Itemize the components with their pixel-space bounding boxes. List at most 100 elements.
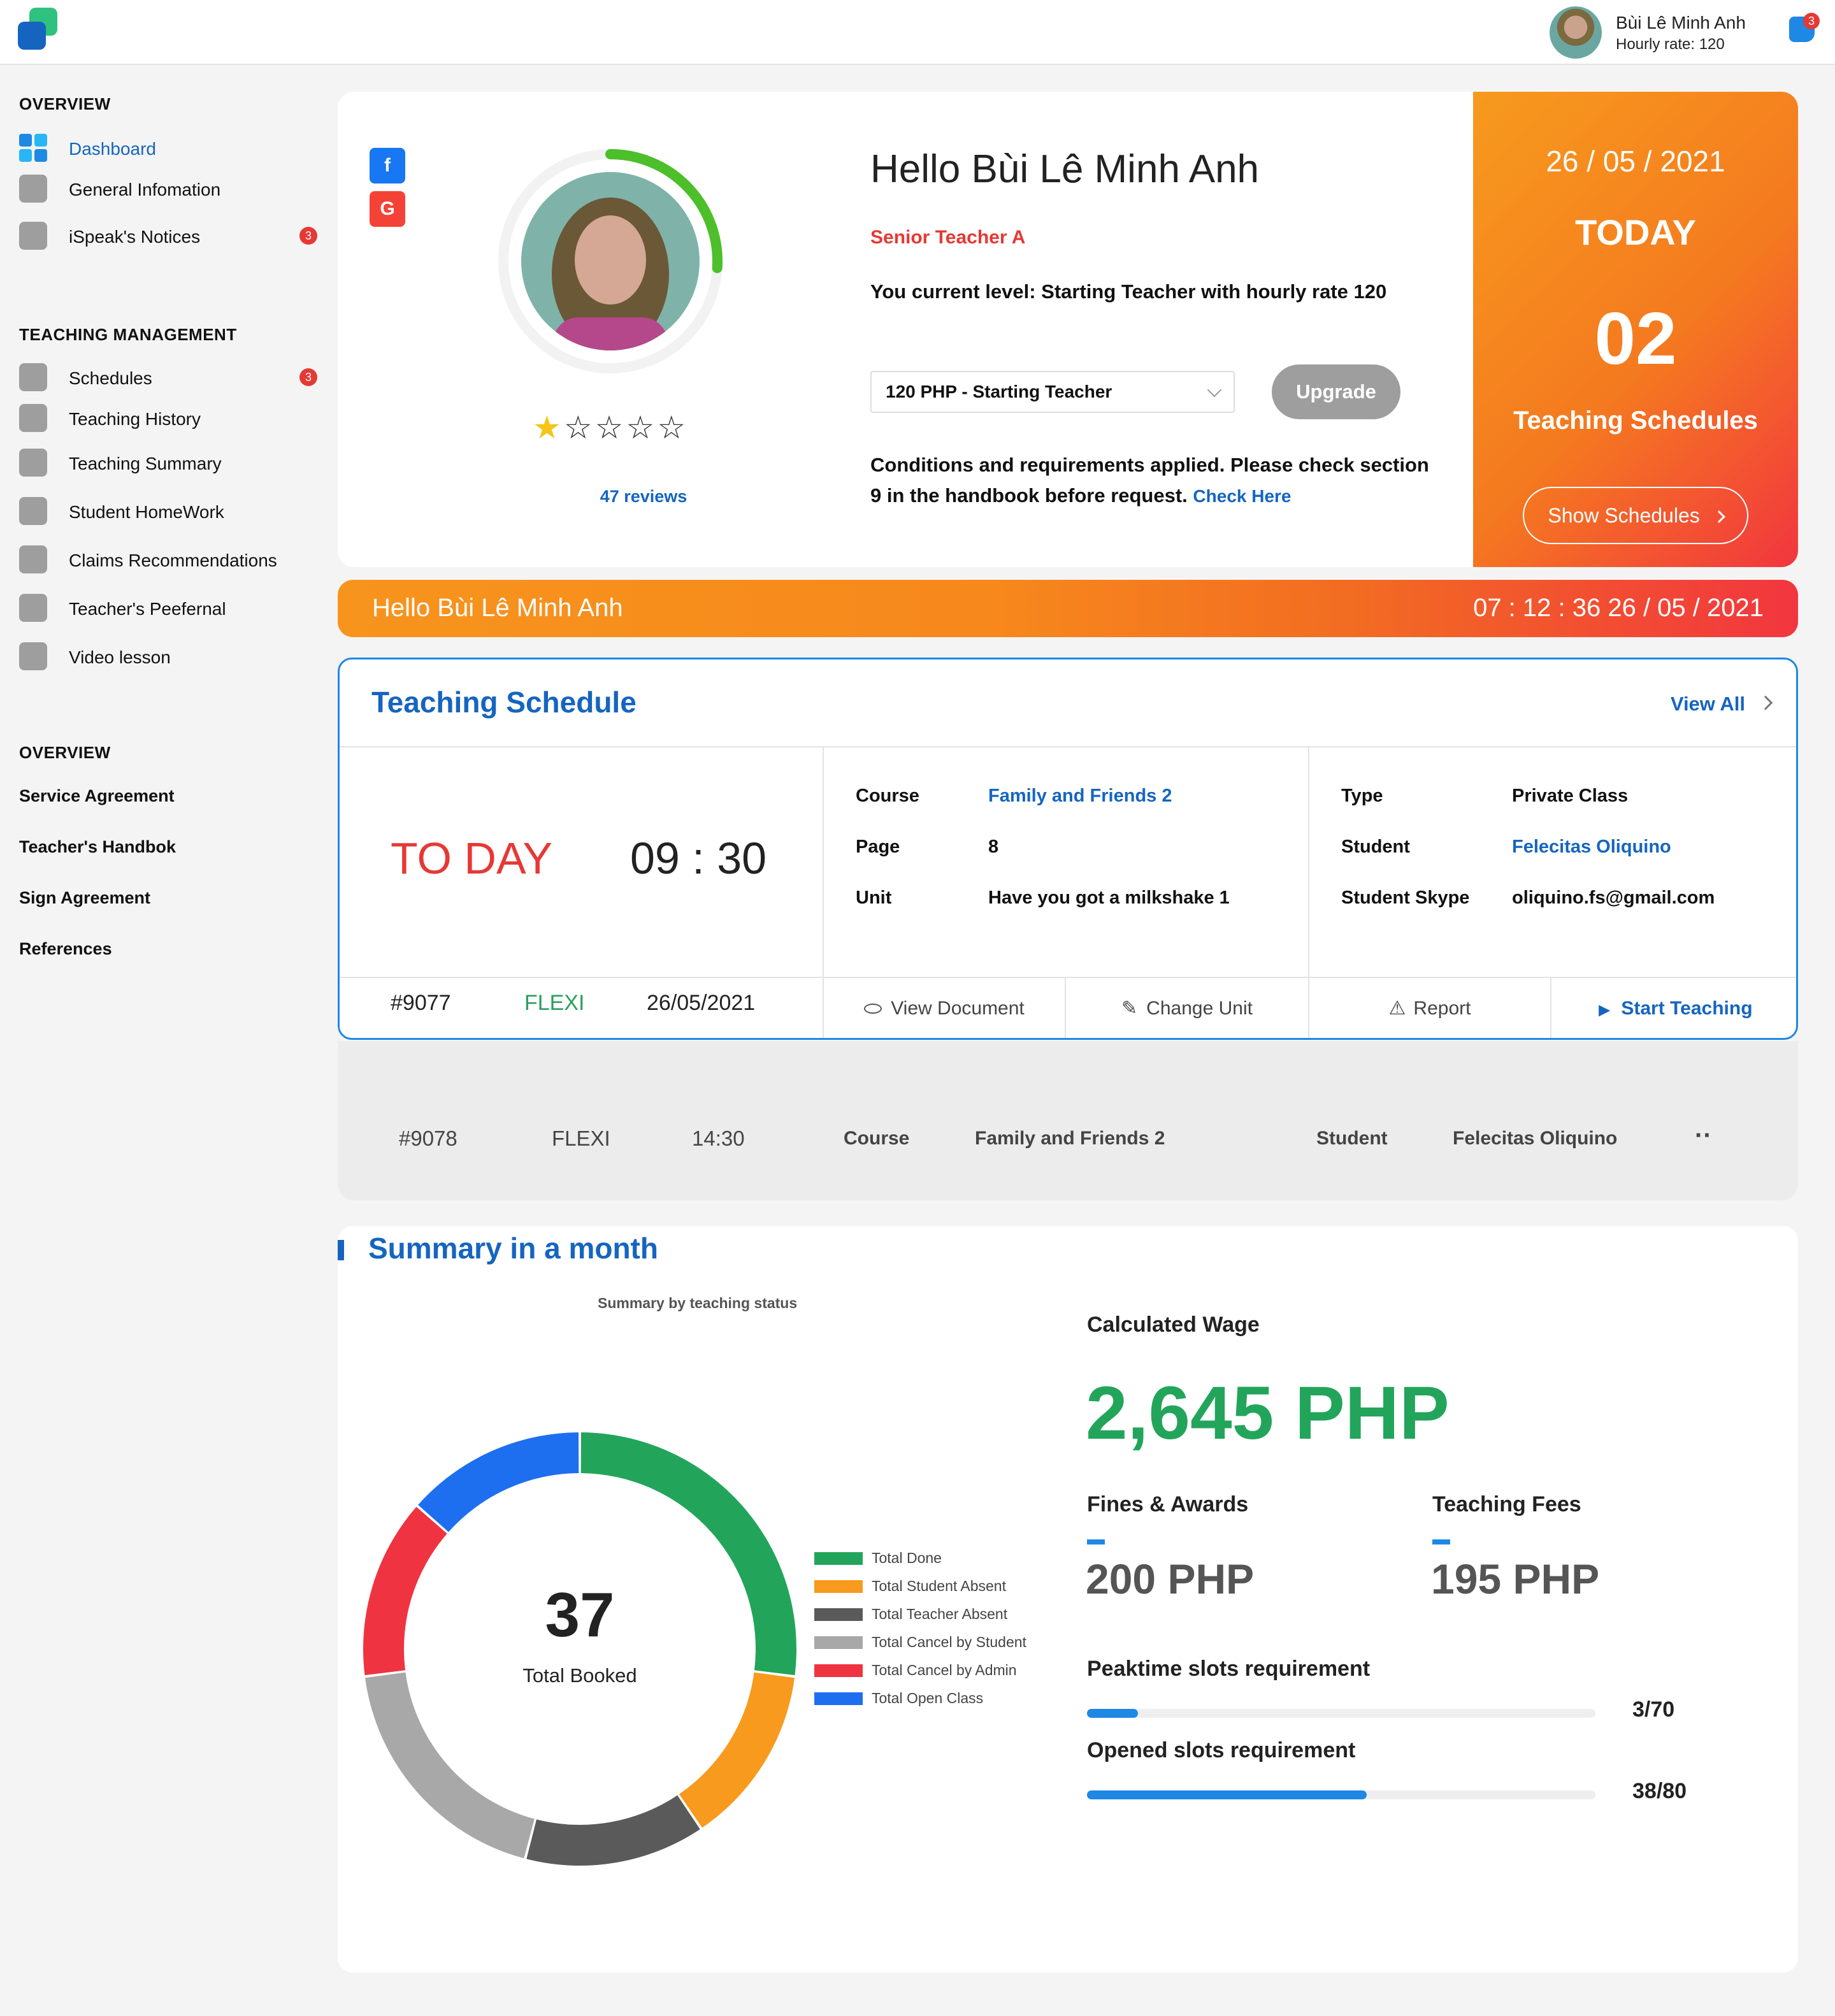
today-schedule-count: 02 bbox=[1594, 297, 1677, 380]
class-time: 09 : 30 bbox=[630, 833, 767, 883]
start-teaching-button[interactable]: ▶ Start Teaching bbox=[1551, 978, 1796, 1038]
legend-label: Total Teacher Absent bbox=[872, 1606, 1008, 1622]
star-empty-icon[interactable]: ☆ bbox=[657, 410, 688, 445]
open-progress-fill bbox=[1087, 1790, 1367, 1799]
donut-center-value: 37 bbox=[545, 1580, 614, 1650]
legend-item[interactable]: Total Student Absent bbox=[814, 1575, 1069, 1601]
profile-photo bbox=[521, 172, 700, 350]
reviews-link[interactable]: 47 reviews bbox=[529, 487, 758, 507]
schedule-id: #9077 bbox=[391, 991, 451, 1015]
show-schedules-button[interactable]: Show Schedules bbox=[1523, 487, 1748, 544]
fines-label: Fines & Awards bbox=[1087, 1492, 1249, 1516]
sidebar-item-student-homework[interactable]: Student HomeWork bbox=[19, 494, 319, 526]
sidebar-item-video-lesson[interactable]: Video lesson bbox=[19, 640, 319, 672]
donut-slice-total-open-class[interactable] bbox=[418, 1432, 579, 1532]
unit-label: Unit bbox=[856, 888, 892, 908]
legend-item[interactable]: Total Cancel by Admin bbox=[814, 1659, 1069, 1685]
sidebar-item-referral[interactable]: Teacher's Peefernal bbox=[19, 591, 319, 623]
page-value: 8 bbox=[988, 837, 999, 857]
legend-item[interactable]: Total Open Class bbox=[814, 1687, 1069, 1713]
legend-item[interactable]: Total Done bbox=[814, 1547, 1069, 1573]
conditions-text: Conditions and requirements applied. Ple… bbox=[870, 450, 1444, 512]
avatar[interactable] bbox=[1550, 6, 1602, 59]
sidebar-item-general-information[interactable]: General Infomation bbox=[19, 172, 319, 204]
course-label: Course bbox=[844, 1128, 910, 1149]
today-date: 26 / 05 / 2021 bbox=[1546, 145, 1725, 178]
sidebar-item-label: Video lesson bbox=[69, 647, 171, 667]
star-empty-icon[interactable]: ☆ bbox=[564, 410, 595, 445]
top-bar: Bùi Lê Minh Anh Hourly rate: 120 3 bbox=[0, 0, 1835, 65]
dashboard-icon bbox=[19, 134, 47, 162]
legend-swatch bbox=[814, 1664, 863, 1677]
sidebar-item-claims[interactable]: Claims Recommendations bbox=[19, 543, 319, 575]
link-service-agreement[interactable]: Service Agreement bbox=[19, 786, 175, 806]
sidebar-item-teaching-summary[interactable]: Teaching Summary bbox=[19, 446, 319, 478]
star-empty-icon[interactable]: ☆ bbox=[626, 410, 657, 445]
today-title: TODAY bbox=[1575, 212, 1696, 252]
chevron-right-icon[interactable] bbox=[1758, 695, 1773, 710]
eye-icon bbox=[864, 1004, 882, 1014]
chevron-right-icon bbox=[1712, 510, 1725, 523]
check-here-link[interactable]: Check Here bbox=[1193, 486, 1291, 506]
teaching-schedule-card: Teaching Schedule View All TO DAY 09 : 3… bbox=[338, 658, 1798, 1040]
student-label: Student bbox=[1316, 1128, 1388, 1149]
donut-slice-total-teacher-absent[interactable] bbox=[526, 1795, 700, 1866]
donut-slice-total-student-absent[interactable] bbox=[679, 1672, 795, 1828]
section-title: Summary in a month bbox=[368, 1232, 658, 1265]
user-name[interactable]: Bùi Lê Minh Anh bbox=[1616, 13, 1746, 33]
fees-value: 195 PHP bbox=[1431, 1555, 1600, 1602]
star-empty-icon[interactable]: ☆ bbox=[595, 410, 626, 445]
fines-marker bbox=[1087, 1539, 1105, 1544]
change-unit-button[interactable]: ✎ Change Unit bbox=[1066, 978, 1308, 1038]
schedule-icon bbox=[19, 363, 47, 391]
play-icon: ▶ bbox=[1599, 1002, 1610, 1018]
view-document-button[interactable]: View Document bbox=[824, 978, 1065, 1038]
view-document-label: View Document bbox=[891, 998, 1025, 1019]
profile-avatar-ring bbox=[498, 149, 723, 373]
peak-progress-fill bbox=[1087, 1709, 1138, 1718]
link-teachers-handbook[interactable]: Teacher's Handbok bbox=[19, 837, 176, 857]
sidebar-item-label: General Infomation bbox=[69, 180, 221, 199]
sidebar-item-label: Student HomeWork bbox=[69, 502, 224, 522]
course-value: Family and Friends 2 bbox=[975, 1128, 1165, 1149]
sidebar-heading-teaching-management: TEACHING MANAGEMENT bbox=[19, 325, 237, 344]
legend-item[interactable]: Total Cancel by Student bbox=[814, 1631, 1069, 1657]
legend-item[interactable]: Total Teacher Absent bbox=[814, 1603, 1069, 1629]
history-icon bbox=[19, 404, 47, 432]
peak-label: Peaktime slots requirement bbox=[1087, 1657, 1371, 1681]
schedule-row-secondary[interactable]: #9078 FLEXI 14:30 Course Family and Frie… bbox=[338, 1041, 1798, 1200]
link-sign-agreement[interactable]: Sign Agreement bbox=[19, 888, 150, 908]
upgrade-button[interactable]: Upgrade bbox=[1272, 364, 1400, 419]
open-value: 38/80 bbox=[1632, 1779, 1687, 1803]
donut-slice-total-cancel-by-student[interactable] bbox=[365, 1672, 535, 1859]
app-logo[interactable] bbox=[18, 8, 59, 51]
student-value[interactable]: Felecitas Oliquino bbox=[1512, 837, 1671, 858]
report-button[interactable]: ⚠ Report bbox=[1309, 978, 1550, 1038]
profile-greeting: Hello Bùi Lê Minh Anh bbox=[870, 147, 1260, 191]
more-options-icon[interactable]: ·· bbox=[1695, 1121, 1712, 1150]
notices-badge: 3 bbox=[299, 227, 317, 245]
sidebar-item-teaching-history[interactable]: Teaching History bbox=[19, 401, 319, 433]
sidebar-item-notices[interactable]: iSpeak's Notices 3 bbox=[19, 219, 319, 251]
sidebar-item-schedules[interactable]: Schedules 3 bbox=[19, 361, 319, 392]
fees-label: Teaching Fees bbox=[1432, 1492, 1581, 1516]
fines-value: 200 PHP bbox=[1086, 1555, 1255, 1602]
show-schedules-label: Show Schedules bbox=[1548, 504, 1700, 527]
facebook-icon[interactable]: f bbox=[370, 148, 405, 184]
donut-center-label: Total Booked bbox=[522, 1664, 637, 1687]
google-icon[interactable]: G bbox=[370, 191, 405, 227]
star-filled-icon[interactable]: ★ bbox=[533, 410, 564, 445]
change-unit-label: Change Unit bbox=[1146, 998, 1253, 1019]
schedule-mode: FLEXI bbox=[552, 1127, 610, 1150]
view-all-link[interactable]: View All bbox=[1671, 693, 1745, 716]
start-teaching-label: Start Teaching bbox=[1621, 998, 1753, 1019]
sidebar-item-dashboard[interactable]: Dashboard bbox=[19, 131, 319, 163]
legend-label: Total Student Absent bbox=[872, 1578, 1006, 1594]
donut-slice-total-cancel-by-admin[interactable] bbox=[363, 1506, 447, 1676]
schedules-badge: 3 bbox=[299, 368, 317, 386]
skype-value: oliquino.fs@gmail.com bbox=[1512, 888, 1715, 908]
link-references[interactable]: References bbox=[19, 939, 112, 959]
course-value[interactable]: Family and Friends 2 bbox=[988, 786, 1172, 807]
homework-icon bbox=[19, 497, 47, 525]
level-select[interactable]: 120 PHP - Starting Teacher bbox=[870, 371, 1235, 413]
